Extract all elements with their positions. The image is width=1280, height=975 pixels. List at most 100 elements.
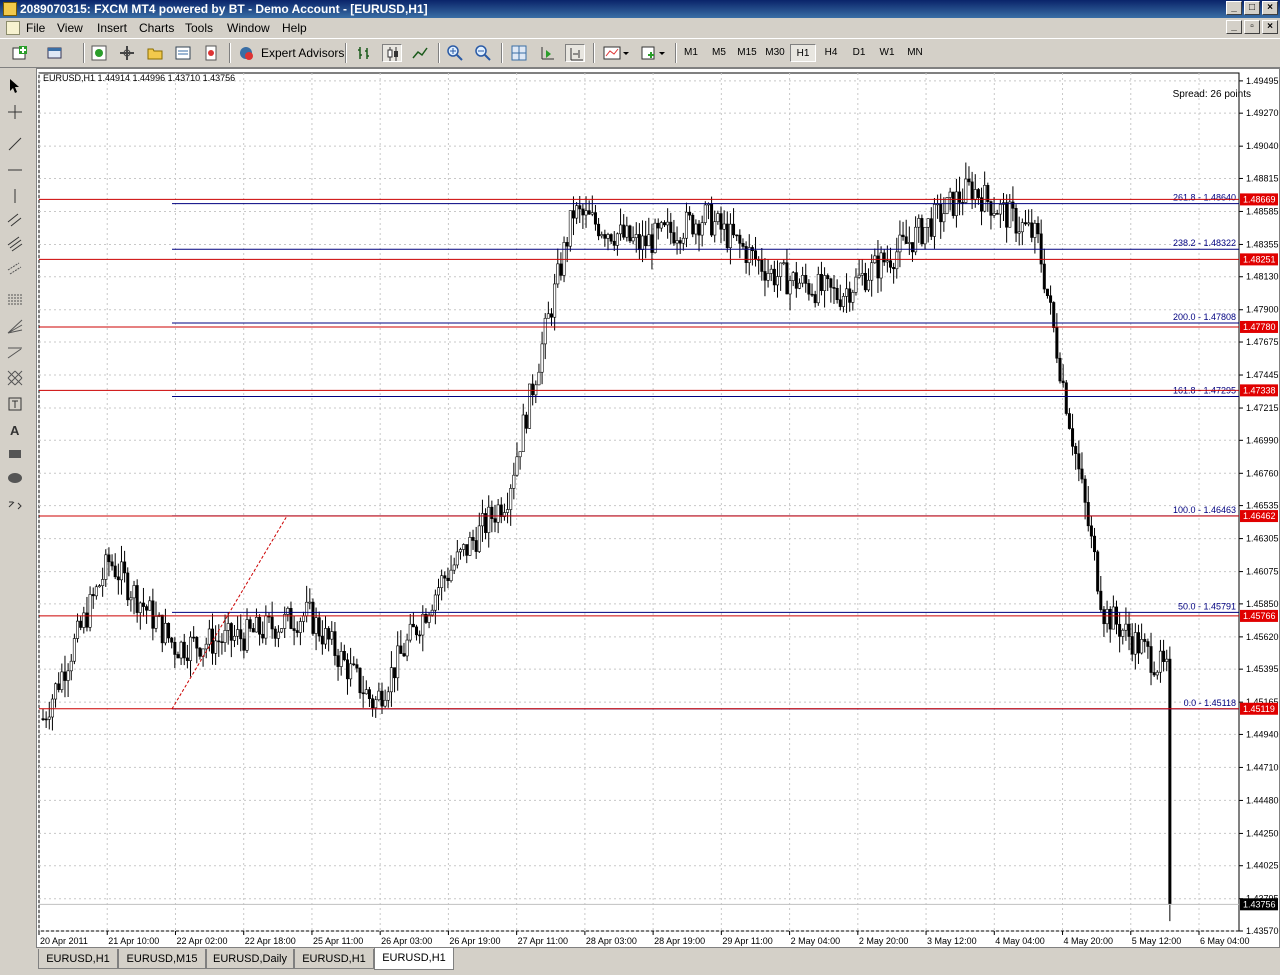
- profiles-button[interactable]: [45, 44, 65, 62]
- timeframe-w1[interactable]: W1: [874, 44, 900, 62]
- timeframe-m5[interactable]: M5: [706, 44, 732, 62]
- std-deviation-channel-tool[interactable]: [5, 234, 25, 254]
- candle-body: [650, 234, 654, 253]
- candle-body: [480, 513, 484, 527]
- candle-body: [1017, 231, 1021, 234]
- market-watch-button[interactable]: [89, 44, 109, 62]
- candle-body: [1023, 222, 1027, 225]
- equidistant-channel-tool[interactable]: [5, 210, 25, 230]
- candle-body: [440, 575, 444, 588]
- time-axis-label: 28 Apr 03:00: [586, 936, 637, 946]
- menu-insert[interactable]: Insert: [97, 21, 127, 35]
- candle-body: [82, 612, 86, 628]
- candle-body: [185, 657, 189, 661]
- candle-body: [603, 234, 607, 239]
- candle-body: [575, 205, 579, 219]
- mdi-close-button[interactable]: ×: [1262, 20, 1278, 34]
- tab-eurusd-daily[interactable]: EURUSD,Daily: [206, 949, 294, 969]
- candle-body: [841, 296, 845, 307]
- candle-body: [1055, 327, 1059, 359]
- tester-button[interactable]: [201, 44, 221, 62]
- candle-body: [637, 234, 641, 250]
- menu-window[interactable]: Window: [227, 21, 270, 35]
- fibonacci-fan-tool[interactable]: [5, 316, 25, 336]
- tile-windows-button[interactable]: [509, 44, 529, 62]
- terminal-button[interactable]: [173, 44, 193, 62]
- candle-body: [292, 628, 296, 631]
- gann-grid-tool[interactable]: [5, 368, 25, 388]
- new-chart-button[interactable]: [10, 44, 30, 62]
- minimize-button[interactable]: _: [1226, 1, 1242, 15]
- maximize-button[interactable]: □: [1244, 1, 1260, 15]
- time-axis-label: 25 Apr 11:00: [313, 936, 363, 946]
- timeframe-h1[interactable]: H1: [790, 44, 816, 62]
- fibonacci-retracement-tool[interactable]: [5, 290, 25, 310]
- horizontal-line-tool[interactable]: [5, 160, 25, 180]
- mdi-minimize-button[interactable]: _: [1226, 20, 1242, 34]
- arrows-tool[interactable]: [5, 494, 25, 514]
- chart-shift-button[interactable]: [565, 44, 585, 62]
- text-icon: A: [10, 423, 20, 438]
- ellipse-tool[interactable]: [5, 468, 25, 488]
- candle-body: [713, 221, 717, 236]
- expert-advisors-label[interactable]: Expert Advisors: [261, 44, 344, 62]
- close-button[interactable]: ×: [1262, 1, 1278, 15]
- zoom-out-button[interactable]: [473, 44, 493, 62]
- candle-body: [496, 504, 500, 523]
- chart-window[interactable]: 1.49495 1.49270 1.49040 1.48815 1.48585 1.483…: [36, 68, 1280, 948]
- level-price-label: 1.47338: [1243, 385, 1276, 395]
- candle-body: [540, 343, 544, 373]
- bar-chart-button[interactable]: [354, 44, 374, 62]
- candle-body: [50, 698, 54, 718]
- candle-body: [182, 641, 186, 659]
- open-folder-button[interactable]: [145, 44, 165, 62]
- candlestick-button[interactable]: [382, 44, 402, 62]
- candle-body: [408, 623, 412, 641]
- crosshair-tool[interactable]: [5, 102, 25, 122]
- timeframe-h4[interactable]: H4: [818, 44, 844, 62]
- cursor-tool[interactable]: [5, 76, 25, 96]
- tab-eurusd-h1-active[interactable]: EURUSD,H1: [374, 948, 454, 970]
- candle-body: [948, 191, 952, 198]
- text-tool[interactable]: A: [5, 420, 25, 440]
- tab-eurusd-m15[interactable]: EURUSD,M15: [118, 949, 206, 969]
- mdi-restore-button[interactable]: ▫: [1244, 20, 1260, 34]
- rectangle-tool[interactable]: [5, 444, 25, 464]
- crosshair-icon: [8, 105, 22, 119]
- timeframe-m15[interactable]: M15: [734, 44, 760, 62]
- expert-advisors-toggle[interactable]: [236, 44, 256, 62]
- terminal-icon: [175, 46, 191, 60]
- candle-body: [593, 212, 597, 225]
- templates-button[interactable]: [639, 44, 669, 62]
- timeframe-m30[interactable]: M30: [762, 44, 788, 62]
- timeframe-mn[interactable]: MN: [902, 44, 928, 62]
- candle-body: [521, 414, 525, 452]
- toolbar: Expert Advisors M1 M5 M15 M30 H1 H4 D1 W…: [0, 38, 1280, 68]
- vertical-line-tool[interactable]: [5, 186, 25, 206]
- menu-help[interactable]: Help: [282, 21, 307, 35]
- auto-scroll-button[interactable]: [537, 44, 557, 62]
- candle-body: [662, 222, 666, 226]
- fibonacci-arcs-tool[interactable]: [5, 342, 25, 362]
- level-price-label: 1.45766: [1243, 611, 1276, 621]
- tab-eurusd-h1-2[interactable]: EURUSD,H1: [294, 949, 374, 969]
- text-label-tool[interactable]: [5, 394, 25, 414]
- menu-charts[interactable]: Charts: [139, 21, 174, 35]
- menu-tools[interactable]: Tools: [185, 21, 213, 35]
- indicators-icon: [603, 46, 629, 60]
- line-chart-button[interactable]: [410, 44, 430, 62]
- menu-file[interactable]: File: [26, 21, 45, 35]
- navigator-button[interactable]: [117, 44, 137, 62]
- timeframe-d1[interactable]: D1: [846, 44, 872, 62]
- tab-eurusd-h1[interactable]: EURUSD,H1: [38, 949, 118, 969]
- trendline-tool[interactable]: [5, 134, 25, 154]
- plot-area[interactable]: [38, 72, 1240, 932]
- menu-view[interactable]: View: [57, 21, 83, 35]
- timeframe-m1[interactable]: M1: [678, 44, 704, 62]
- zoom-in-button[interactable]: [445, 44, 465, 62]
- price-axis-label: 1.45620: [1246, 632, 1279, 642]
- regression-channel-tool[interactable]: [5, 258, 25, 278]
- indicators-button[interactable]: [601, 44, 631, 62]
- price-chart[interactable]: 1.49495 1.49270 1.49040 1.48815 1.48585 1.483…: [37, 69, 1279, 947]
- candle-body: [578, 205, 582, 210]
